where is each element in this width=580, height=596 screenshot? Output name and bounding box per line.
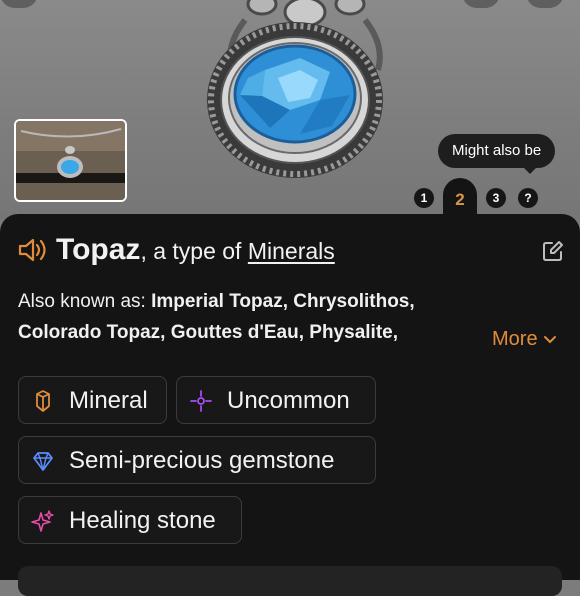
also-known-as: Also known as: Imperial Topaz, Chrysolit… <box>18 286 488 348</box>
result-sheet: Topaz, a type of Minerals Also known as:… <box>0 214 580 596</box>
stars-icon <box>31 510 54 532</box>
page-dot-3[interactable]: 3 <box>486 188 506 208</box>
aka-label: Also known as: <box>18 291 152 312</box>
tag-healing-stone[interactable]: Healing stone <box>18 496 242 544</box>
crystal-icon <box>36 390 50 412</box>
might-also-be-label: Might also be <box>452 142 542 159</box>
more-label: More <box>492 328 538 350</box>
page-title: Topaz, a type of Minerals <box>56 232 335 269</box>
page-number: 2 <box>455 190 465 209</box>
tag-uncommon[interactable]: Uncommon <box>176 376 376 424</box>
tag-label: Uncommon <box>227 387 350 414</box>
more-button[interactable]: More <box>492 324 557 354</box>
category-link[interactable]: Minerals <box>248 238 335 264</box>
diamond-icon <box>33 452 53 471</box>
page-number: 1 <box>420 191 428 205</box>
speaker-icon[interactable] <box>18 238 48 262</box>
tag-mineral[interactable]: Mineral <box>18 376 167 424</box>
page-dot-1[interactable]: 1 <box>414 188 434 208</box>
tag-label: Mineral <box>69 387 148 414</box>
result-pager: 1 2 3 ? <box>0 178 580 220</box>
edit-icon[interactable] <box>542 240 564 262</box>
aka-names-line2: Colorado Topaz, Gouttes d'Eau, Physalite… <box>18 322 398 343</box>
page-number: ? <box>524 191 532 205</box>
sparkle-icon <box>190 390 212 412</box>
might-also-be-button[interactable]: Might also be <box>438 134 556 174</box>
tag-semi-precious-gemstone[interactable]: Semi-precious gemstone <box>18 436 376 484</box>
page-dot-2-active[interactable]: 2 <box>443 178 477 220</box>
tag-label: Semi-precious gemstone <box>69 447 335 474</box>
tag-label: Healing stone <box>69 507 216 534</box>
chevron-down-icon <box>544 336 557 344</box>
page-number: 3 <box>492 191 500 205</box>
page-dot-unknown[interactable]: ? <box>518 188 538 208</box>
title-row: Topaz, a type of Minerals <box>18 232 578 268</box>
species-name: Topaz <box>56 233 141 266</box>
next-section-card[interactable] <box>18 566 562 596</box>
title-connector: , a type of <box>140 238 248 264</box>
aka-names-line1: Imperial Topaz, Chrysolithos, <box>151 291 415 312</box>
